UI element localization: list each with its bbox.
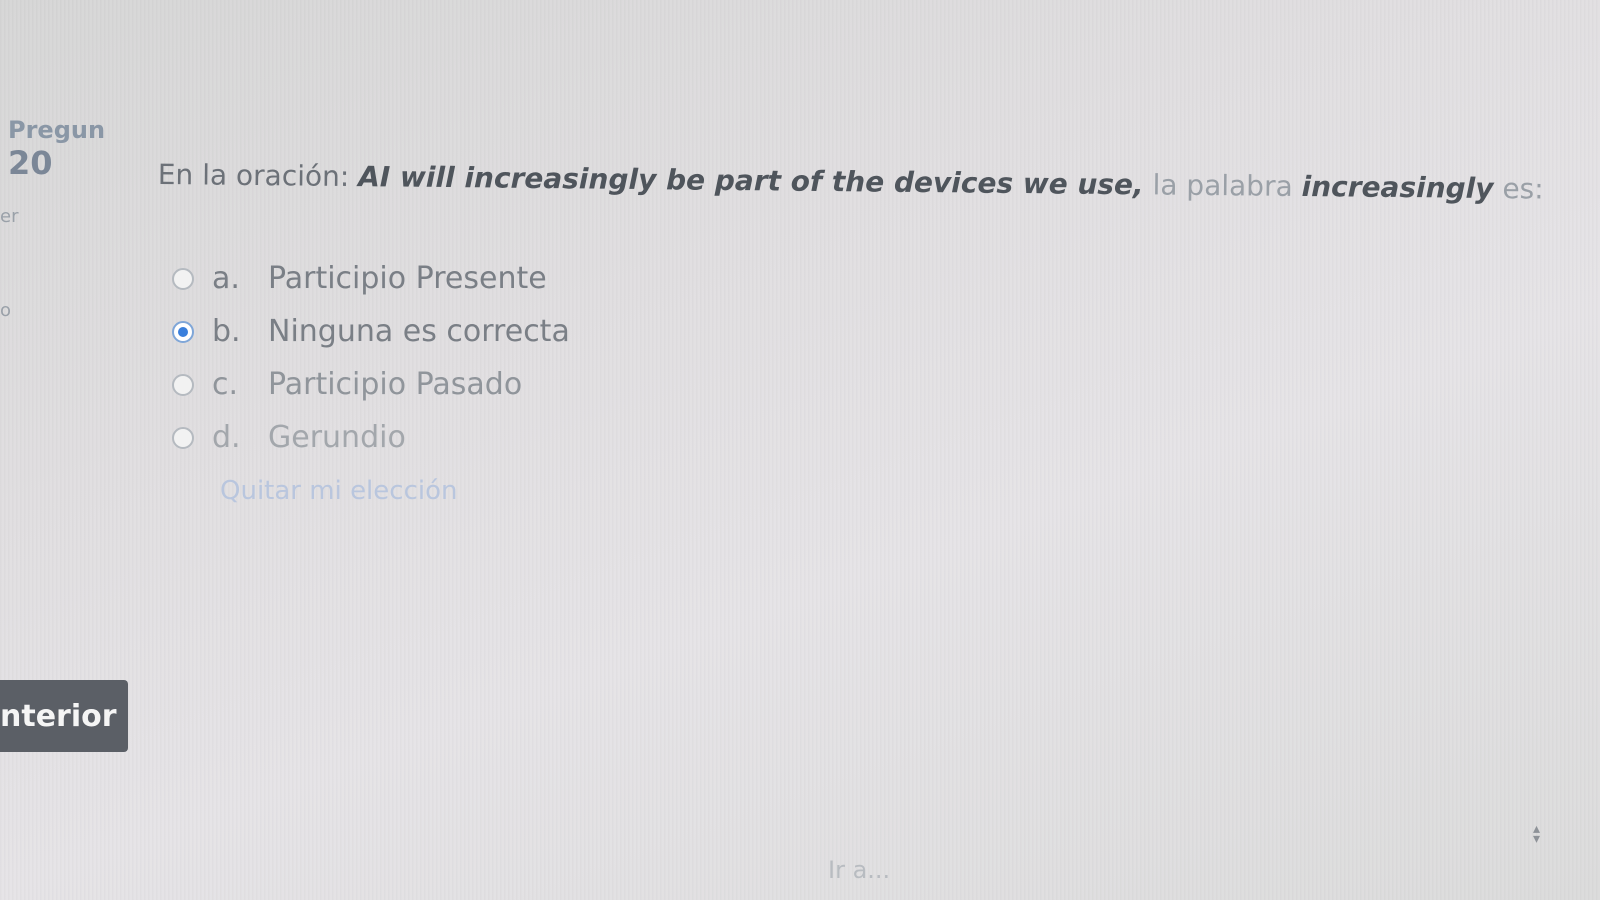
answer-letter: d. [212, 420, 241, 455]
answer-letter: b. [212, 314, 241, 349]
goto-dropdown[interactable]: Ir a... ▴ ▾ [820, 822, 1540, 892]
answer-option-b[interactable]: b. Ninguna es correcta [172, 305, 570, 358]
sidebar-text-fragment: o [0, 300, 12, 321]
question-intro: En la oración: [157, 158, 359, 194]
answer-letter: c. [212, 367, 239, 402]
answer-label: Participio Pasado [268, 367, 523, 402]
question-end: es: [1493, 171, 1544, 206]
answer-list: a. Participio Presente b. Ninguna es cor… [172, 252, 570, 464]
clear-choice-link[interactable]: Quitar mi elección [220, 476, 457, 506]
radio-button[interactable] [172, 426, 194, 449]
answer-letter: a. [212, 261, 240, 296]
question-sentence: AI will increasingly be part of the devi… [358, 160, 1144, 202]
answer-label: Gerundio [268, 420, 406, 455]
question-number: 20 [8, 144, 53, 182]
radio-button[interactable] [172, 373, 194, 396]
radio-button[interactable] [172, 267, 194, 290]
question-middle: la palabra [1143, 168, 1302, 203]
answer-label: Ninguna es correcta [268, 314, 570, 349]
goto-dropdown-label: Ir a... [828, 856, 891, 884]
answer-label: Participio Presente [268, 261, 547, 296]
previous-page-button[interactable]: nterior [0, 680, 128, 752]
dropdown-arrows-icon: ▴ ▾ [1532, 821, 1540, 847]
sidebar-text-fragment: er [0, 206, 19, 227]
answer-option-c[interactable]: c. Participio Pasado [172, 358, 570, 411]
answer-option-d[interactable]: d. Gerundio [172, 411, 570, 464]
answer-option-a[interactable]: a. Participio Presente [172, 252, 570, 305]
question-keyword: increasingly [1301, 169, 1494, 205]
question-text: En la oración: AI will increasingly be p… [158, 158, 1544, 206]
question-number-label: Pregun [8, 116, 106, 144]
radio-button-selected[interactable] [172, 320, 194, 343]
